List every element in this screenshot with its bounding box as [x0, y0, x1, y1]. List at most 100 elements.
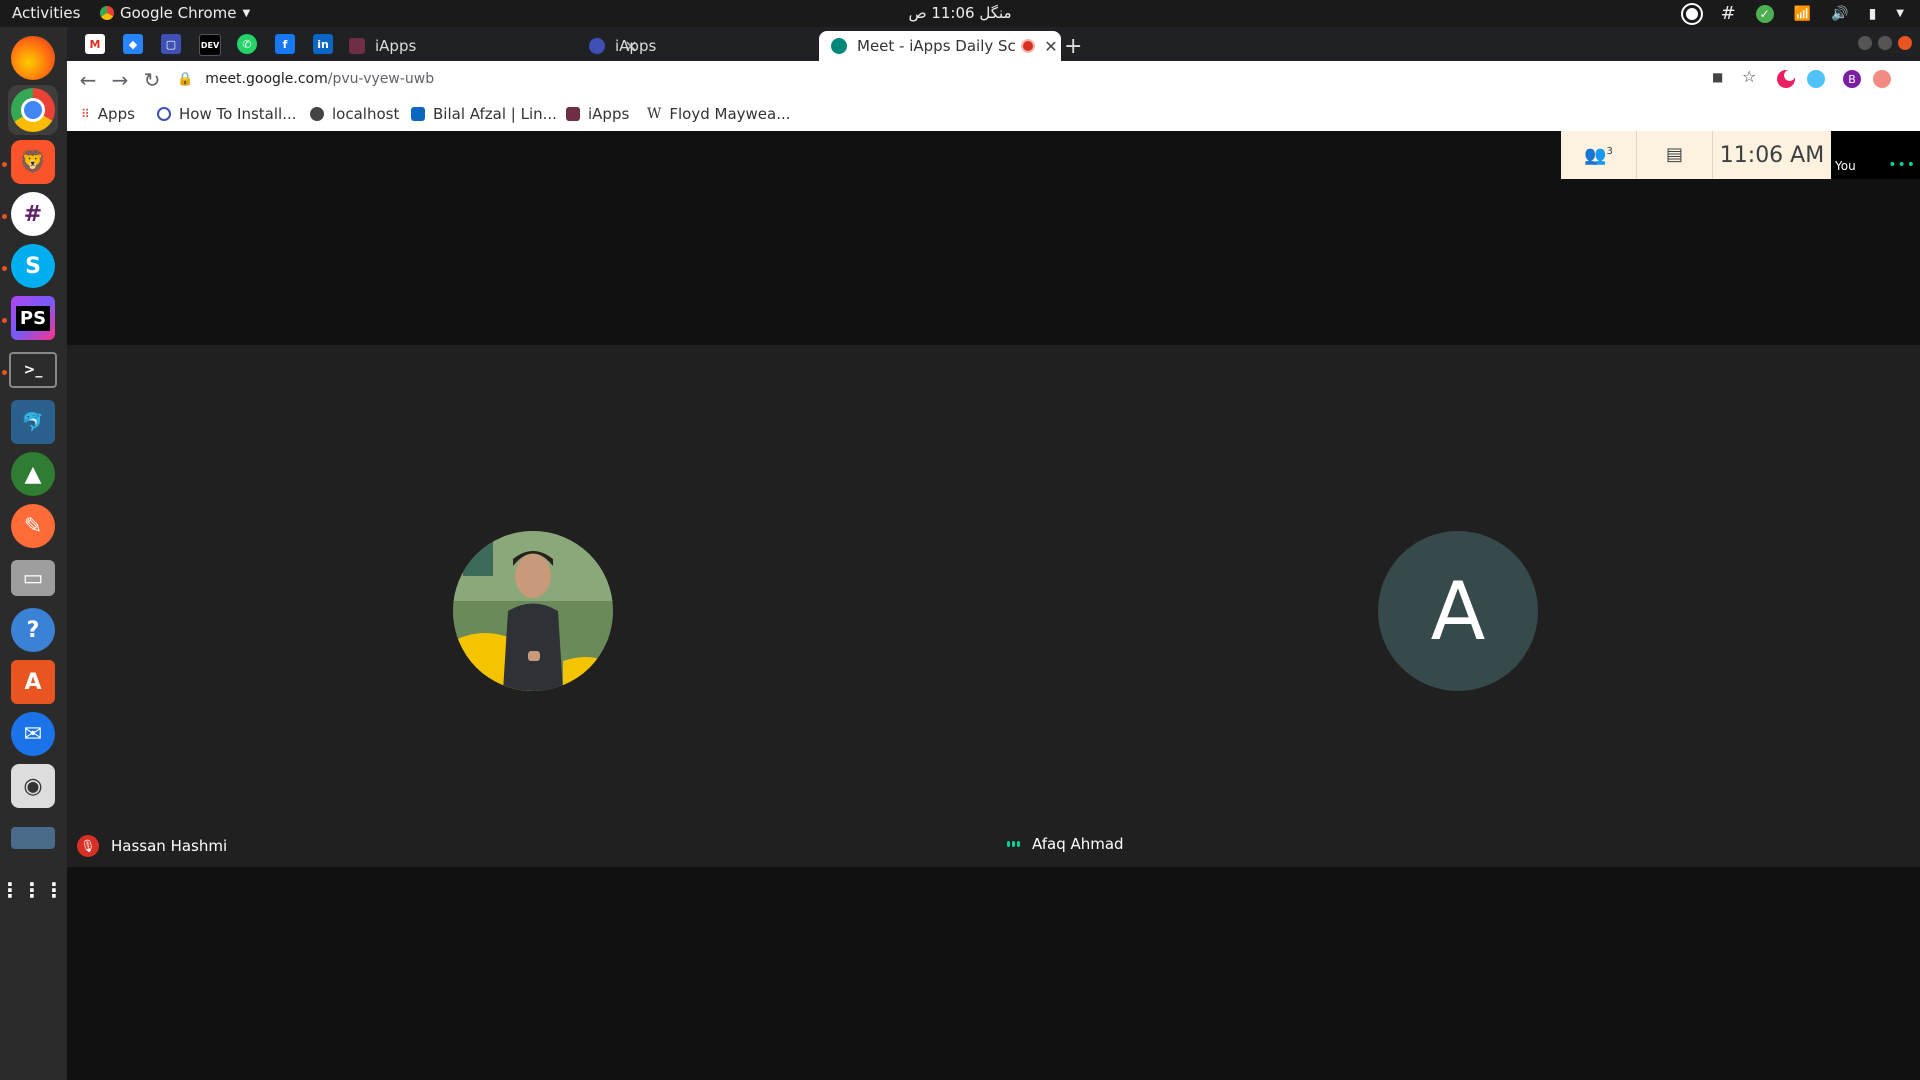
linkedin-icon[interactable]: in	[313, 34, 333, 54]
participant-count: 3	[1606, 145, 1613, 157]
running-indicator	[2, 214, 7, 219]
bookmark-iapps[interactable]: iApps	[566, 105, 629, 123]
meet-call-view: 👥3 ▤ 11:06 AM You ••• A 🎙 Hassan Hashmi …	[67, 131, 1920, 1080]
profile-avatar[interactable]: B	[1843, 70, 1861, 88]
bookmark-apps[interactable]: ⠿ Apps	[81, 105, 135, 123]
system-menu-chevron-icon[interactable]: ▼	[1896, 8, 1904, 19]
participant-name-tag: Afaq Ahmad	[1007, 835, 1124, 853]
facebook-icon[interactable]: f	[275, 34, 295, 54]
dock-terminal[interactable]: >_	[8, 345, 58, 395]
person-photo-icon	[453, 531, 613, 691]
lock-icon[interactable]: 🔒	[177, 72, 193, 87]
more-options-icon[interactable]: •••	[1888, 157, 1916, 173]
dock-chrome[interactable]	[8, 85, 58, 135]
dock-mysql-workbench[interactable]: 🐬	[8, 397, 58, 447]
dock-robo3t[interactable]: ▲	[8, 449, 58, 499]
plus-icon: +	[1064, 33, 1083, 59]
close-icon[interactable]: ✕	[1041, 37, 1061, 56]
reload-icon[interactable]: ↻	[141, 68, 163, 92]
browser-toolbar: ← → ↻ 🔒 meet.google.com/pvu-vyew-uwb ■ ☆…	[67, 61, 1920, 97]
mysql-workbench-icon: 🐬	[11, 400, 55, 444]
globe-icon	[310, 107, 324, 121]
gmail-icon[interactable]: M	[85, 34, 105, 54]
slack-tray-icon[interactable]: #	[1721, 3, 1736, 24]
terminal-icon: >_	[9, 352, 57, 388]
extension-icon[interactable]	[1807, 70, 1825, 88]
participant-name-tag: 🎙 Hassan Hashmi	[77, 835, 227, 857]
dock-phpstorm[interactable]: PS	[8, 293, 58, 343]
dock-help[interactable]: ?	[8, 605, 58, 655]
check-icon[interactable]: ✓	[1755, 4, 1774, 23]
dock-show-apps[interactable]: ⋮⋮⋮	[0, 865, 64, 915]
new-tab-button[interactable]: +	[1064, 31, 1094, 61]
extension-2-icon[interactable]	[1873, 70, 1891, 88]
chat-button[interactable]: ▤	[1636, 131, 1713, 179]
dock-drive[interactable]	[8, 813, 58, 863]
slack-icon: #	[11, 192, 55, 236]
whatsapp-icon[interactable]: ✆	[237, 34, 257, 54]
bookmark-label: How To Install...	[179, 105, 297, 123]
archive-manager-icon: ▭	[11, 560, 55, 596]
minimize-button[interactable]	[1858, 36, 1872, 50]
bookmark-how-to-install[interactable]: How To Install...	[157, 105, 297, 123]
wikipedia-icon: W	[647, 106, 662, 122]
thunderbird-icon: ✉	[11, 712, 55, 756]
record-indicator-icon[interactable]	[1682, 4, 1701, 23]
running-indicator	[2, 370, 7, 375]
bookmark-label: Floyd Maywea...	[669, 105, 791, 123]
dock-skype[interactable]: S	[8, 241, 58, 291]
software-center-icon: A	[11, 660, 55, 704]
chat-icon: ▤	[1665, 144, 1683, 165]
bookmark-floyd[interactable]: W Floyd Maywea...	[647, 105, 791, 123]
dock-slack[interactable]: #	[8, 189, 58, 239]
participants-button[interactable]: 👥3	[1561, 145, 1636, 166]
camera-icon[interactable]: ■	[1712, 70, 1730, 88]
dock-brave[interactable]: 🦁	[8, 137, 58, 187]
skype-icon: S	[11, 244, 55, 288]
dock-software[interactable]: A	[8, 657, 58, 707]
meeting-info-bar: 👥3 ▤ 11:06 AM	[1561, 131, 1831, 179]
jira-icon[interactable]: ◆	[123, 34, 143, 54]
maximize-button[interactable]	[1878, 36, 1892, 50]
rhythmbox-icon: ◉	[11, 764, 55, 808]
self-view-tile[interactable]: You •••	[1831, 131, 1920, 179]
tab-title: Meet - iApps Daily Scru	[857, 37, 1015, 55]
bookmark-localhost[interactable]: localhost	[310, 105, 399, 123]
meet-bottom-band	[67, 867, 1920, 1080]
forward-icon[interactable]: →	[109, 68, 131, 92]
bookmark-linkedin[interactable]: Bilal Afzal | Lin...	[411, 105, 557, 123]
back-icon[interactable]: ←	[77, 68, 99, 92]
dock-rhythmbox[interactable]: ◉	[8, 761, 58, 811]
bookmark-label: iApps	[588, 105, 630, 123]
close-window-button[interactable]	[1898, 36, 1912, 50]
iapps-favicon-icon	[349, 38, 365, 54]
meet-favicon-icon	[831, 38, 847, 54]
people-icon: 👥	[1584, 144, 1607, 166]
system-tray[interactable]: # ✓ 📶 🔊 ▮ ▼	[1682, 3, 1904, 24]
meeting-clock: 11:06 AM	[1719, 142, 1825, 168]
dock-postman[interactable]: ✎	[8, 501, 58, 551]
dock-archive[interactable]: ▭	[8, 553, 58, 603]
address-bar[interactable]: 🔒 meet.google.com/pvu-vyew-uwb	[177, 65, 1857, 93]
dev-icon[interactable]: DEV	[199, 34, 221, 56]
postman-icon: ✎	[11, 504, 55, 548]
iapps-favicon-icon	[589, 38, 605, 54]
dock-thunderbird[interactable]: ✉	[8, 709, 58, 759]
tab-title: iApps	[375, 37, 417, 55]
participant-stage: A 🎙 Hassan Hashmi Afaq Ahmad	[67, 345, 1920, 867]
apps-grid-icon: ⠿	[81, 107, 90, 121]
help-icon: ?	[11, 608, 55, 652]
volume-icon[interactable]: 🔊	[1831, 6, 1848, 22]
wifi-icon[interactable]: 📶	[1794, 6, 1811, 22]
dark-mode-extension-icon[interactable]	[1777, 70, 1795, 88]
system-clock[interactable]: منگل 11:06 ص	[0, 4, 1920, 22]
running-indicator	[2, 162, 7, 167]
bookmark-star-icon[interactable]: ☆	[1742, 67, 1760, 86]
dev-icon-label: DEV	[200, 40, 220, 50]
phpstorm-icon: PS	[11, 296, 55, 340]
dock-firefox[interactable]	[8, 33, 58, 83]
tab-icon[interactable]: ▢	[161, 34, 181, 54]
robo3t-icon: ▲	[11, 452, 55, 496]
battery-icon[interactable]: ▮	[1869, 6, 1877, 22]
tab-meet[interactable]: Meet - iApps Daily Scru ✕	[819, 31, 1061, 61]
